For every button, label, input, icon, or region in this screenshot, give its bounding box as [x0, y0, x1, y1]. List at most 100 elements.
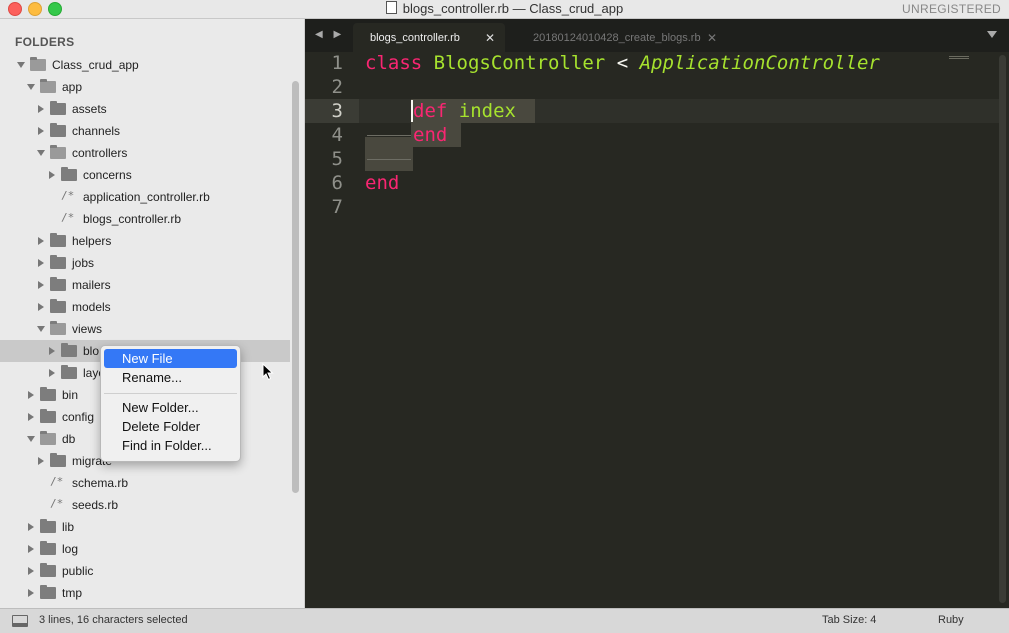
line-number: 7: [331, 196, 343, 218]
tree-folder[interactable]: views: [0, 318, 290, 340]
folder-icon: [40, 431, 56, 445]
menu-item-find-in-folder[interactable]: Find in Folder...: [104, 436, 237, 455]
tab-size-selector[interactable]: Tab Size: 4: [822, 614, 876, 626]
editor-pane: ◀ ▶ blogs_controller.rb ✕ 20180124010428…: [305, 19, 1009, 608]
disclosure-right-icon[interactable]: [38, 457, 44, 465]
tree-item-label: lib: [62, 520, 75, 534]
tree-folder[interactable]: tmp: [0, 582, 290, 604]
disclosure-right-icon[interactable]: [28, 523, 34, 531]
editor-scrollbar[interactable]: [999, 55, 1006, 603]
disclosure-right-icon[interactable]: [49, 171, 55, 179]
panel-toggle-icon[interactable]: [12, 615, 28, 627]
tree-folder[interactable]: lib: [0, 516, 290, 538]
disclosure-right-icon[interactable]: [49, 347, 55, 355]
tree-file[interactable]: /* schema.rb: [0, 472, 290, 494]
menu-item-new-folder[interactable]: New Folder...: [104, 398, 237, 417]
method-name: index: [458, 100, 516, 122]
tree-folder[interactable]: log: [0, 538, 290, 560]
tree-file[interactable]: /* application_controller.rb: [0, 186, 290, 208]
tree-folder[interactable]: assets: [0, 98, 290, 120]
tab-dropdown-icon[interactable]: [987, 31, 997, 38]
menu-item-rename[interactable]: Rename...: [104, 368, 237, 387]
folder-icon: [40, 585, 56, 599]
disclosure-right-icon[interactable]: [28, 413, 34, 421]
file-icon: /*: [50, 475, 64, 488]
tree-folder[interactable]: mailers: [0, 274, 290, 296]
disclosure-right-icon[interactable]: [38, 105, 44, 113]
disclosure-right-icon[interactable]: [28, 545, 34, 553]
tree-folder[interactable]: helpers: [0, 230, 290, 252]
file-icon: /*: [61, 189, 75, 202]
disclosure-right-icon[interactable]: [38, 259, 44, 267]
menu-item-new-file[interactable]: New File: [104, 349, 237, 368]
tree-item-label: application_controller.rb: [83, 190, 210, 204]
folder-icon: [30, 57, 46, 71]
folder-icon: [50, 233, 66, 247]
whitespace-marker: [367, 159, 411, 160]
close-tab-icon[interactable]: ✕: [707, 31, 717, 45]
disclosure-right-icon[interactable]: [49, 369, 55, 377]
code-line-4[interactable]: end: [413, 124, 447, 146]
disclosure-right-icon[interactable]: [28, 391, 34, 399]
disclosure-down-icon[interactable]: [27, 84, 35, 90]
superclass-name: ApplicationController: [639, 52, 880, 74]
disclosure-down-icon[interactable]: [27, 436, 35, 442]
minimap[interactable]: [949, 56, 969, 60]
unregistered-badge: UNREGISTERED: [902, 2, 1001, 16]
disclosure-right-icon[interactable]: [28, 567, 34, 575]
tree-item-label: bin: [62, 388, 79, 402]
tree-folder[interactable]: app: [0, 76, 290, 98]
disclosure-down-icon[interactable]: [37, 326, 45, 332]
tree-item-label: public: [62, 564, 94, 578]
disclosure-down-icon[interactable]: [37, 150, 45, 156]
menu-item-delete-folder[interactable]: Delete Folder: [104, 417, 237, 436]
tree-item-label: jobs: [72, 256, 95, 270]
code-line-1[interactable]: class BlogsController < ApplicationContr…: [365, 52, 880, 74]
tree-item-label: db: [62, 432, 76, 446]
folder-icon: [50, 321, 66, 335]
tree-item-label: blo: [83, 344, 100, 358]
disclosure-right-icon[interactable]: [38, 237, 44, 245]
disclosure-right-icon[interactable]: [38, 303, 44, 311]
tree-item-label: models: [72, 300, 111, 314]
whitespace-marker: [367, 135, 411, 136]
disclosure-right-icon[interactable]: [28, 589, 34, 597]
close-tab-icon[interactable]: ✕: [485, 31, 495, 45]
file-icon: /*: [50, 497, 64, 510]
tree-item-label: Class_crud_app: [52, 58, 139, 72]
sidebar-scrollbar[interactable]: [292, 81, 299, 493]
keyword: end: [413, 124, 448, 146]
tree-folder[interactable]: channels: [0, 120, 290, 142]
window-title-text: blogs_controller.rb — Class_crud_app: [402, 1, 624, 16]
tree-item-label: blogs_controller.rb: [83, 212, 182, 226]
window-titlebar: blogs_controller.rb — Class_crud_app UNR…: [0, 0, 1009, 19]
folder-icon: [50, 123, 66, 137]
disclosure-right-icon[interactable]: [38, 127, 44, 135]
keyword: end: [365, 172, 400, 194]
tree-file[interactable]: /* seeds.rb: [0, 494, 290, 516]
disclosure-down-icon[interactable]: [17, 62, 25, 68]
tree-item-label: helpers: [72, 234, 112, 248]
tree-folder[interactable]: jobs: [0, 252, 290, 274]
tree-item-label: log: [62, 542, 79, 556]
menu-separator: [104, 393, 237, 394]
disclosure-right-icon[interactable]: [38, 281, 44, 289]
tree-item-label: controllers: [72, 146, 128, 160]
tree-folder[interactable]: concerns: [0, 164, 290, 186]
folder-icon: [50, 277, 66, 291]
code-line-6[interactable]: end: [365, 172, 399, 194]
code-line-3[interactable]: def index: [413, 100, 516, 122]
tree-item-label: concerns: [83, 168, 132, 182]
tree-folder[interactable]: Class_crud_app: [0, 54, 290, 76]
tab-blogs-controller[interactable]: blogs_controller.rb ✕: [353, 23, 505, 52]
tree-item-label: schema.rb: [72, 476, 129, 490]
tab-nav-arrows-icon[interactable]: ◀ ▶: [315, 29, 345, 40]
tree-item-label: seeds.rb: [72, 498, 119, 512]
folder-icon: [61, 365, 77, 379]
tab-create-blogs-migration[interactable]: 20180124010428_create_blogs.rb ✕: [517, 23, 727, 52]
tree-folder[interactable]: controllers: [0, 142, 290, 164]
tree-folder[interactable]: models: [0, 296, 290, 318]
tree-file[interactable]: /* blogs_controller.rb: [0, 208, 290, 230]
tree-folder[interactable]: public: [0, 560, 290, 582]
syntax-selector[interactable]: Ruby: [938, 614, 964, 626]
